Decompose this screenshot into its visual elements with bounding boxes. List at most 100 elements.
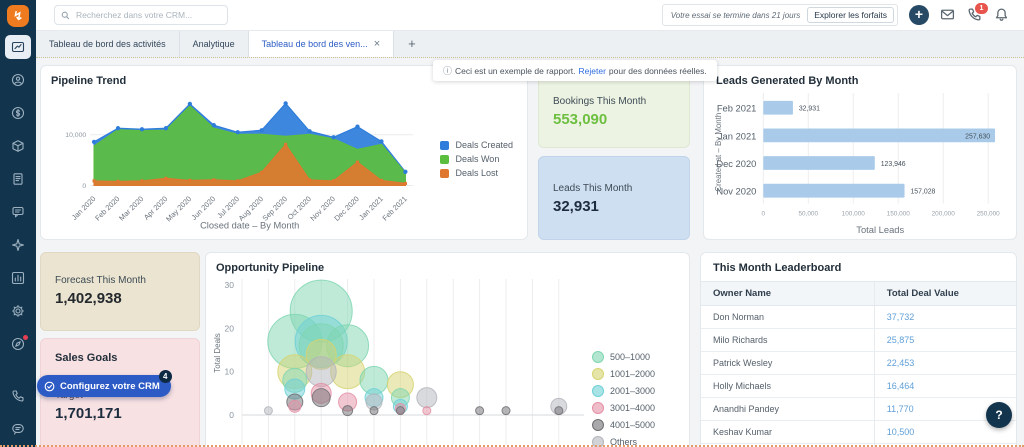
dashboard-icon — [11, 40, 25, 54]
sidebar-item-help-chat[interactable] — [5, 417, 31, 441]
leads-title: Leads This Month — [553, 183, 675, 194]
ai-assist-icon — [11, 238, 25, 252]
legend-item: 500–1000 — [592, 351, 655, 363]
sidebar-item-ai-assist[interactable] — [5, 233, 31, 257]
sidebar-item-dashboard[interactable] — [5, 35, 31, 59]
svg-text:Jan 2020: Jan 2020 — [70, 194, 98, 222]
svg-text:30: 30 — [225, 280, 235, 290]
bookings-this-month-card: Bookings This Month 553,090 — [538, 75, 690, 148]
svg-text:100,000: 100,000 — [842, 210, 866, 217]
sidebar-item-contacts[interactable] — [5, 68, 31, 92]
check-circle-icon — [44, 381, 55, 392]
svg-text:Mar 2020: Mar 2020 — [117, 194, 145, 222]
owner-name-cell: Anandhi Pandey — [701, 398, 874, 421]
deal-value-link[interactable]: 25,875 — [874, 329, 1016, 352]
sidebar-item-settings[interactable] — [5, 299, 31, 323]
help-button[interactable]: ? — [986, 402, 1012, 428]
phone-notification-badge: 1 — [975, 3, 988, 14]
svg-text:157,028: 157,028 — [910, 189, 935, 196]
forecast-card: Forecast This Month 1,402,938 — [40, 252, 200, 331]
configure-crm-button[interactable]: Configurez votre CRM 4 — [37, 375, 171, 397]
products-icon — [11, 139, 25, 153]
owner-name-cell: Patrick Wesley — [701, 352, 874, 375]
tab-label: Analytique — [193, 39, 235, 49]
sidebar: ↯ — [0, 0, 36, 447]
deal-value-link[interactable]: 16,464 — [874, 375, 1016, 398]
sidebar-item-documents[interactable] — [5, 167, 31, 191]
bookings-value: 553,090 — [553, 111, 675, 128]
leads-this-month-card: Leads This Month 32,931 — [538, 156, 690, 240]
svg-text:0: 0 — [82, 183, 86, 190]
svg-text:Feb 2020: Feb 2020 — [93, 194, 121, 222]
deals-icon — [11, 106, 25, 120]
tab-close-icon[interactable]: × — [374, 38, 380, 50]
legend-item: 1001–2000 — [592, 368, 655, 380]
owner-name-cell: Don Norman — [701, 306, 874, 329]
svg-text:32,931: 32,931 — [799, 106, 820, 113]
configure-crm-label: Configurez votre CRM — [60, 381, 160, 392]
forecast-title: Forecast This Month — [55, 275, 185, 286]
leaderboard-card: This Month Leaderboard Owner Name Total … — [700, 252, 1017, 447]
sidebar-notification-dot — [23, 335, 28, 340]
explore-plans-button[interactable]: Explorer les forfaits — [807, 7, 894, 23]
conversations-icon — [11, 205, 25, 219]
sidebar-item-phone[interactable] — [5, 384, 31, 408]
table-row: Anandhi Pandey11,770 — [701, 398, 1016, 421]
legend-item: Deals Created — [440, 140, 513, 150]
svg-text:Aug 2020: Aug 2020 — [237, 194, 266, 223]
tab-label: Tableau de bord des activités — [49, 39, 166, 49]
table-row: Keshav Kumar10,500 — [701, 421, 1016, 444]
tab-2[interactable]: Tableau de bord des ven...× — [249, 30, 395, 57]
tab-0[interactable]: Tableau de bord des activités — [36, 30, 180, 57]
new-tab-button[interactable]: + — [394, 30, 430, 57]
quick-add-button[interactable]: + — [909, 5, 929, 25]
svg-text:Total Leads: Total Leads — [856, 225, 904, 235]
sidebar-item-deals[interactable] — [5, 101, 31, 125]
sidebar-item-marketplace[interactable] — [5, 332, 31, 356]
forecast-value: 1,402,938 — [55, 290, 185, 307]
svg-text:50,000: 50,000 — [798, 210, 818, 217]
svg-text:Sep 2020: Sep 2020 — [260, 194, 289, 223]
svg-text:0: 0 — [762, 210, 766, 217]
phone-icon — [11, 389, 25, 403]
legend-item: Deals Won — [440, 154, 513, 164]
documents-icon — [11, 172, 25, 186]
pipeline-trend-card: Pipeline Trend 010,000Jan 2020Feb 2020Ma… — [40, 65, 528, 240]
legend-item: 2001–3000 — [592, 385, 655, 397]
sidebar-item-products[interactable] — [5, 134, 31, 158]
banner-suffix: pour des données réelles. — [609, 66, 707, 76]
sales-goals-title: Sales Goals — [55, 352, 185, 364]
opportunity-pipeline-title: Opportunity Pipeline — [216, 262, 679, 274]
sample-report-banner: ⓘ Ceci est un exemple de rapport. Rejete… — [433, 60, 717, 81]
sidebar-item-analytics[interactable] — [5, 266, 31, 290]
banner-dismiss-link[interactable]: Rejeter — [579, 66, 606, 76]
svg-text:Feb 2021: Feb 2021 — [717, 104, 757, 114]
trial-banner: Votre essai se termine dans 21 jours Exp… — [662, 4, 898, 26]
svg-text:Dec 2020: Dec 2020 — [332, 194, 361, 223]
deal-value-link[interactable]: 22,453 — [874, 352, 1016, 375]
leads-value: 32,931 — [553, 198, 675, 215]
analytics-icon — [11, 271, 25, 285]
tab-1[interactable]: Analytique — [180, 30, 249, 57]
phone-button[interactable]: 1 — [967, 7, 983, 23]
svg-text:Created at – By Month: Created at – By Month — [714, 113, 723, 192]
legend-item: 4001–5000 — [592, 419, 655, 431]
leads-generated-title: Leads Generated By Month — [712, 75, 1008, 87]
svg-text:Jan 2021: Jan 2021 — [718, 131, 757, 141]
email-button[interactable] — [940, 7, 956, 23]
owner-name-cell: Holly Michaels — [701, 375, 874, 398]
svg-text:10: 10 — [225, 367, 235, 377]
leaderboard-title: This Month Leaderboard — [701, 253, 1016, 281]
search-input[interactable] — [74, 9, 227, 21]
freshworks-logo-icon[interactable]: ↯ — [7, 5, 29, 27]
legend-item: 3001–4000 — [592, 402, 655, 414]
global-search[interactable] — [54, 5, 228, 25]
svg-text:Jun 2020: Jun 2020 — [189, 194, 217, 222]
leaderboard-table: Owner Name Total Deal Value Don Norman37… — [701, 281, 1016, 447]
notifications-button[interactable] — [994, 7, 1010, 23]
svg-text:0: 0 — [229, 410, 234, 420]
deal-value-link[interactable]: 37,732 — [874, 306, 1016, 329]
sidebar-item-conversations[interactable] — [5, 200, 31, 224]
table-row: Holly Michaels16,464 — [701, 375, 1016, 398]
leaderboard-header-owner: Owner Name — [701, 282, 874, 306]
